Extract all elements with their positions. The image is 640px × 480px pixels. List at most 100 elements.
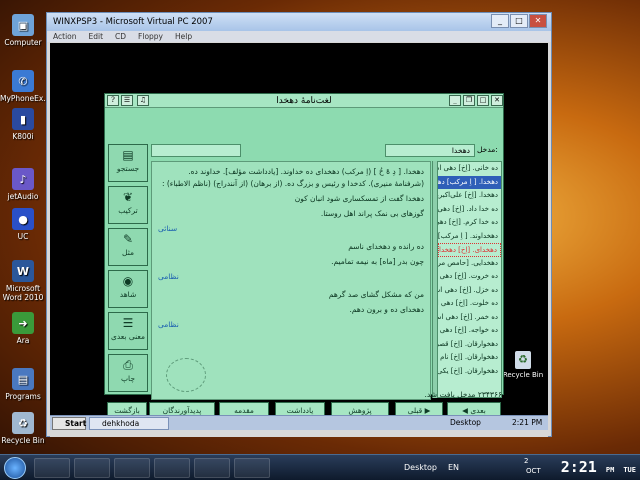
host-clock[interactable]: 2:21 PM TUE <box>560 455 640 479</box>
guest-recycle-bin[interactable]: ♻ Recycle Bin <box>498 351 548 379</box>
desktop-icon-label: Computer <box>4 38 42 47</box>
start-label: Start <box>65 419 87 428</box>
side-button-next-meaning[interactable]: ☰ معنی بعدی <box>108 312 148 350</box>
bottom-button-label: یادداشت <box>286 406 314 415</box>
language-indicator[interactable]: EN <box>448 463 459 472</box>
arrow-icon: ➜ <box>12 312 34 334</box>
side-button-eye[interactable]: ◉ شاهد <box>108 270 148 308</box>
word-list-item[interactable]: ده خروت. [اِخ] دهی است <box>438 270 501 284</box>
app-menu-button[interactable]: ☰ <box>121 95 133 106</box>
desktop-icon-7[interactable]: ▤ Programs <box>0 368 46 401</box>
secondary-field[interactable] <box>151 144 241 157</box>
desktop-icon-4[interactable]: ● UC <box>0 208 46 241</box>
computer-icon: ▣ <box>12 14 34 36</box>
taskbar-item-1[interactable] <box>34 458 70 478</box>
bottom-button-label: بازگشت <box>114 406 140 415</box>
host-taskbar: Desktop EN 2 OCT <box>0 454 640 480</box>
desktop-icon-3[interactable]: ♪ jetAudio <box>0 168 46 201</box>
desktop-icon-1[interactable]: ✆ MyPhoneEx... <box>0 70 50 103</box>
word-list-item[interactable]: ده خواجه. [اِخ] دهی است <box>438 324 501 338</box>
minimize-button[interactable]: _ <box>491 14 509 28</box>
app-icon: ♫ <box>137 95 149 106</box>
word-list-item[interactable]: دهخدایی. [حامص مرکب] ... <box>438 257 501 271</box>
desktop-icon-2[interactable]: ▮ K800i <box>0 108 46 141</box>
host-desktop-label[interactable]: Desktop <box>404 463 437 472</box>
verse-line: گوزهای بی نمک پراند اهل روستا. <box>320 209 424 218</box>
next-meaning-icon: ☰ <box>122 316 134 330</box>
word-list-item[interactable]: ده خمر. [اِخ] دهی است <box>438 311 501 325</box>
side-button-printer[interactable]: ⎙ چاپ <box>108 354 148 392</box>
guest-screen[interactable]: ♻ Recycle Bin لغت‌نامهٔ دهخدا ? ☰ ♫ _ ❐ … <box>50 43 548 419</box>
desktop-icon-5[interactable]: W Microsoft Word 2010 <box>0 260 46 302</box>
side-button-compose[interactable]: ❦ ترکیب <box>108 186 148 224</box>
word-list-item[interactable]: دهخدای. [اِخ] دهخدا <box>438 243 501 257</box>
desktop-icon-0[interactable]: ▣ Computer <box>0 14 46 47</box>
word-list-item[interactable]: دهخوارقان. [اِخ] نام یکی <box>438 351 501 365</box>
help-button[interactable]: ? <box>107 95 119 106</box>
left-arrow-icon: ▶ <box>422 406 431 415</box>
bottom-button-label: مقدمه <box>234 406 254 415</box>
guest-clock: 2:21 PM <box>512 418 543 427</box>
desktop-icon-label: UC <box>17 232 29 241</box>
desktop-icon-label: Ara <box>16 336 30 345</box>
source-label: نظامی <box>158 272 179 281</box>
word-list-item[interactable]: ده خانی. [اِخ] دهی است <box>438 162 501 176</box>
word-list-item[interactable]: دهخدا. [اِخ] علی‌اکبرین خانبابا <box>438 189 501 203</box>
menu-cd[interactable]: CD <box>115 31 126 42</box>
close-button[interactable]: ✕ <box>529 14 547 28</box>
clock-ampm: PM <box>605 466 615 474</box>
windows-start-button[interactable] <box>4 457 26 479</box>
desktop-icon-label: jetAudio <box>7 192 39 201</box>
desktop-icon-8[interactable]: ♻ Recycle Bin <box>0 412 46 445</box>
vpc-title-bar[interactable]: WINXPSP3 - Microsoft Virtual PC 2007 _ □… <box>47 13 551 31</box>
menu-action[interactable]: Action <box>53 31 77 42</box>
taskbar-item-5[interactable] <box>194 458 230 478</box>
guest-start-button[interactable]: Start <box>52 417 86 430</box>
guest-desktop-label[interactable]: Desktop <box>450 418 481 427</box>
guest-taskbar: Start dehkhoda Desktop 2:21 PM <box>50 415 548 430</box>
side-button-label: مثل <box>122 248 134 257</box>
word-list-item[interactable]: دهخوارقان. [اِخ] یکی از <box>438 365 501 379</box>
definition-panel[interactable]: دهخدا. [ دِ هْ خُ ] (اِ مرکب) دهخدای ده … <box>151 161 431 400</box>
app-title-bar[interactable]: لغت‌نامهٔ دهخدا ? ☰ ♫ _ ❐ □ ✕ <box>105 94 503 108</box>
guest-task-dehkhoda[interactable]: dehkhoda <box>89 417 169 430</box>
audio-icon: ♪ <box>12 168 34 190</box>
app-maximize-button[interactable]: □ <box>477 95 489 106</box>
desktop-icon-6[interactable]: ➜ Ara <box>0 312 46 345</box>
recycle-bin-icon: ♻ <box>515 351 531 369</box>
side-button-proverb[interactable]: ✎ مثل <box>108 228 148 266</box>
menu-help[interactable]: Help <box>175 31 192 42</box>
app-title: لغت‌نامهٔ دهخدا <box>276 96 332 106</box>
word-list-item[interactable]: ده خدا داد. [اِخ] دهی است <box>438 203 501 217</box>
desktop-icon-label: Recycle Bin <box>1 436 45 445</box>
taskbar-item-2[interactable] <box>74 458 110 478</box>
word-list-item[interactable]: ده خزل. [اِخ] دهی است <box>438 284 501 298</box>
taskbar-item-6[interactable] <box>234 458 270 478</box>
source-label: نظامی <box>158 320 179 329</box>
desktop-icon-label: K800i <box>12 132 34 141</box>
side-button-label: چاپ <box>121 374 135 383</box>
side-button-book[interactable]: ▤ جستجو <box>108 144 148 182</box>
task-label: dehkhoda <box>102 419 140 428</box>
word-list-item[interactable]: ده خلوت. [اِخ] دهی است <box>438 297 501 311</box>
clock-time: 2:21 <box>560 458 597 476</box>
bottom-button-label: بعدی <box>470 406 486 415</box>
taskbar-item-3[interactable] <box>114 458 150 478</box>
word-list-item[interactable]: دهخوارقان. [اِخ] قصبهٔ ... <box>438 338 501 352</box>
seal-emblem <box>166 358 206 392</box>
word-list-item[interactable]: ده خدا کرم. [اِخ] دهی است <box>438 216 501 230</box>
taskbar-item-4[interactable] <box>154 458 190 478</box>
word-list-item[interactable]: دهخداوند. [ اِ مرکب] ... <box>438 230 501 244</box>
app-restore-button[interactable]: ❐ <box>463 95 475 106</box>
word-list[interactable]: ده خانی. [اِخ] دهی استدهخدا. [ اِ مرکب] … <box>437 161 502 398</box>
app-close-button[interactable]: ✕ <box>491 95 503 106</box>
app-minimize-button[interactable]: _ <box>449 95 461 106</box>
menu-edit[interactable]: Edit <box>89 31 104 42</box>
verse-line: دهخدای ده و برون دهم. <box>349 305 424 314</box>
verse-line: من که مشکل گشای صد گرهم <box>328 290 424 299</box>
date-day: 2 <box>524 457 529 465</box>
menu-floppy[interactable]: Floppy <box>138 31 163 42</box>
search-input[interactable]: دهخدا <box>385 144 475 157</box>
word-list-item[interactable]: دهخدا. [ اِ مرکب] دهخدای ده <box>438 175 501 189</box>
maximize-button[interactable]: □ <box>510 14 528 28</box>
